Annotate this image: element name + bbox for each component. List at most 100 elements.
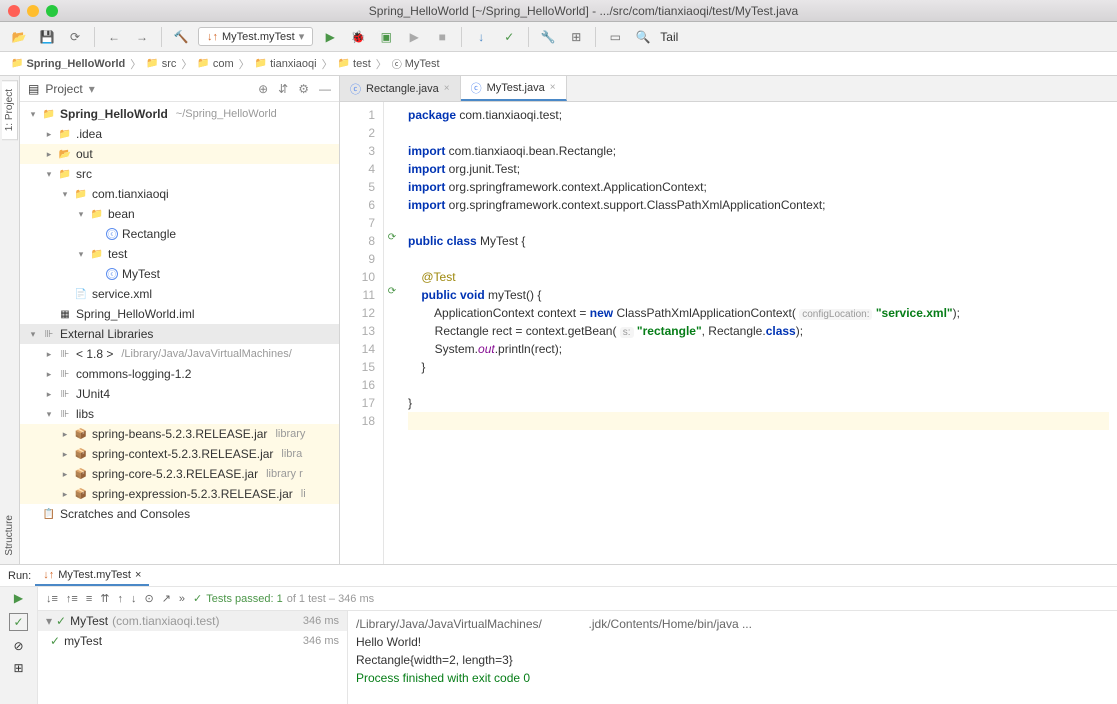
tree-item[interactable]: ▸⊪< 1.8 >/Library/Java/JavaVirtualMachin… [20,344,339,364]
run-icon[interactable]: ▶ [319,26,341,48]
history-icon[interactable]: » [179,593,185,605]
close-icon[interactable]: × [444,83,450,94]
structure-tool-tab[interactable]: Structure [2,507,17,564]
tree-item[interactable]: ⓒMyTest [20,264,339,284]
run-tab-label: MyTest.myTest [58,569,131,581]
sync-icon[interactable]: ⟳ [64,26,86,48]
run-side-toolbar: ▶ ✓ ⊘ ⊞ [0,587,38,704]
open-icon[interactable]: 📂 [8,26,30,48]
window-controls [8,5,58,17]
tree-item[interactable]: ▸⊪JUnit4 [20,384,339,404]
rerun-icon[interactable]: ▶ [14,591,23,605]
editor-tabs: ⓒRectangle.java×ⓒMyTest.java× [340,76,1117,102]
git-commit-icon[interactable]: ✓ [498,26,520,48]
tree-item[interactable]: ▸📦spring-beans-5.2.3.RELEASE.jarlibrary [20,424,339,444]
toggle-icon[interactable]: ✓ [9,613,27,631]
expand-icon[interactable]: ≡ [86,593,92,605]
main-toolbar: 📂 💾 ⟳ ← → 🔨 ↓↑ MyTest.myTest ▾ ▶ 🐞 ▣ ▶ ■… [0,22,1117,52]
breadcrumb-item[interactable]: ⓒMyTest [389,56,443,71]
run-label: Run: [8,570,31,582]
project-panel-header: ▤ Project ▾ ⊕ ⇵ ⚙ — [20,76,339,102]
code-editor[interactable]: 123456789101112131415161718 ⟳⟳ package c… [340,102,1117,564]
tree-item[interactable]: ⓒRectangle [20,224,339,244]
settings-icon[interactable]: ⚙ [298,82,309,96]
breadcrumb-item[interactable]: 📁com [194,58,236,70]
wrench-icon[interactable]: 🔧 [537,26,559,48]
gutter-icons: ⟳⟳ [384,102,400,564]
target-icon[interactable]: ⊕ [258,82,268,96]
down-icon[interactable]: ↓ [131,593,137,605]
stop-icon[interactable]: ■ [431,26,453,48]
tree-item[interactable]: ▸📁.idea [20,124,339,144]
tail-label: Tail [660,30,678,44]
test-status-text: Tests passed: 1 [206,593,282,605]
tree-item[interactable]: ▾📁src [20,164,339,184]
project-tool-tab[interactable]: 1: Project [2,80,18,140]
test-tree[interactable]: ▾✓MyTest(com.tianxiaoqi.test)346 ms✓myTe… [38,611,348,704]
sort-icon[interactable]: ↓≡ [46,593,58,605]
project-panel: ▤ Project ▾ ⊕ ⇵ ⚙ — ▾📁Spring_HelloWorld~… [20,76,340,564]
window-title: Spring_HelloWorld [~/Spring_HelloWorld] … [58,4,1109,18]
run-tab[interactable]: ↓↑ MyTest.myTest × [35,566,149,586]
close-icon[interactable]: × [135,569,141,581]
tree-item[interactable]: ▾📁Spring_HelloWorld~/Spring_HelloWorld [20,104,339,124]
tree-item[interactable]: ▾⊪libs [20,404,339,424]
test-row[interactable]: ✓myTest346 ms [38,631,347,651]
search-icon[interactable]: 🔍 [632,26,654,48]
collapse-all-icon[interactable]: ⇈ [100,592,109,605]
test-row[interactable]: ▾✓MyTest(com.tianxiaoqi.test)346 ms [38,611,347,631]
up-icon[interactable]: ↑ [117,593,123,605]
tree-item[interactable]: ▾📁bean [20,204,339,224]
editor-area: ⓒRectangle.java×ⓒMyTest.java× 1234567891… [340,76,1117,564]
coverage-icon[interactable]: ▣ [375,26,397,48]
git-update-icon[interactable]: ↓ [470,26,492,48]
tree-item[interactable]: ▸📦spring-expression-5.2.3.RELEASE.jarli [20,484,339,504]
tree-item[interactable]: ▦Spring_HelloWorld.iml [20,304,339,324]
breadcrumb-item[interactable]: 📁Spring_HelloWorld [8,58,128,70]
forward-icon[interactable]: → [131,26,153,48]
project-view-icon: ▤ [28,82,39,96]
tree-item[interactable]: ▾📁com.tianxiaoqi [20,184,339,204]
profile-icon[interactable]: ▶ [403,26,425,48]
zoom-window-icon[interactable] [46,5,58,17]
hide-icon[interactable]: — [319,82,331,96]
collapse-icon[interactable]: ⇵ [278,82,288,96]
filter-icon[interactable]: ↑≡ [66,593,78,605]
minimize-window-icon[interactable] [27,5,39,17]
tree-item[interactable]: 📄service.xml [20,284,339,304]
breadcrumb-item[interactable]: 📁tianxiaoqi [252,58,320,70]
test-status-tail: of 1 test – 346 ms [287,593,374,605]
tree-item[interactable]: ▾⊪External Libraries [20,324,339,344]
window-icon[interactable]: ▭ [604,26,626,48]
tree-item[interactable]: ▸📦spring-context-5.2.3.RELEASE.jarlibra [20,444,339,464]
export-icon[interactable]: ↗ [162,592,171,605]
breadcrumb-item[interactable]: 📁src [143,58,179,70]
breadcrumbs: 📁Spring_HelloWorld〉📁src〉📁com〉📁tianxiaoqi… [0,52,1117,76]
editor-tab[interactable]: ⓒMyTest.java× [461,76,567,101]
tree-item[interactable]: ▸📦spring-core-5.2.3.RELEASE.jarlibrary r [20,464,339,484]
tree-item[interactable]: ▸⊪commons-logging-1.2 [20,364,339,384]
run-config-selector[interactable]: ↓↑ MyTest.myTest ▾ [198,27,313,46]
tree-item[interactable]: ▸📂out [20,144,339,164]
editor-tab[interactable]: ⓒRectangle.java× [340,76,461,101]
clock-icon[interactable]: ⊙ [144,592,153,605]
titlebar: Spring_HelloWorld [~/Spring_HelloWorld] … [0,0,1117,22]
save-icon[interactable]: 💾 [36,26,58,48]
debug-icon[interactable]: 🐞 [347,26,369,48]
tree-item[interactable]: ▾📁test [20,244,339,264]
console-output[interactable]: /Library/Java/JavaVirtualMachines/ .jdk/… [348,611,1117,704]
layout-icon[interactable]: ⊞ [13,661,23,675]
tree-item[interactable]: 📋Scratches and Consoles [20,504,339,524]
breadcrumb-item[interactable]: 📁test [335,58,374,70]
back-icon[interactable]: ← [103,26,125,48]
structure-icon[interactable]: ⊞ [565,26,587,48]
run-panel: Run: ↓↑ MyTest.myTest × ▶ ✓ ⊘ ⊞ ↓≡ ↑≡ ≡ … [0,564,1117,704]
stop-run-icon[interactable]: ⊘ [13,639,23,653]
build-icon[interactable]: 🔨 [170,26,192,48]
project-tree[interactable]: ▾📁Spring_HelloWorld~/Spring_HelloWorld▸📁… [20,102,339,564]
run-panel-tabs: Run: ↓↑ MyTest.myTest × [0,565,1117,587]
run-toolbar: ↓≡ ↑≡ ≡ ⇈ ↑ ↓ ⊙ ↗ » ✓ Tests passed: 1 of… [38,587,1117,611]
close-window-icon[interactable] [8,5,20,17]
code-content[interactable]: package com.tianxiaoqi.test;import com.t… [400,102,1117,564]
close-icon[interactable]: × [550,82,556,93]
